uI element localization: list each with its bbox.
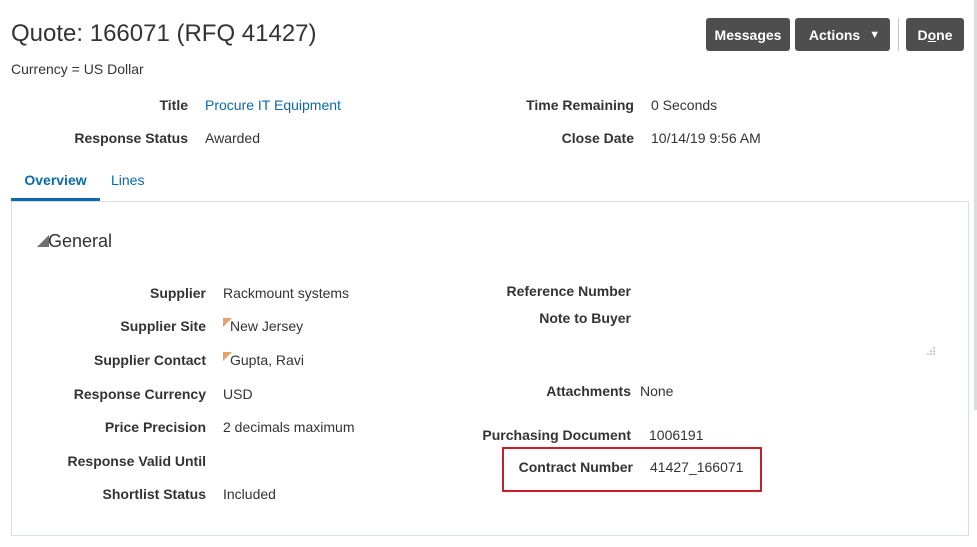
supplier-site-label: Supplier Site: [120, 318, 206, 334]
page-title: Quote: 166071 (RFQ 41427): [11, 20, 317, 47]
attachments-label: Attachments: [546, 383, 631, 399]
highlight-box: [502, 447, 762, 492]
messages-button[interactable]: Messages: [706, 18, 790, 51]
title-link[interactable]: Procure IT Equipment: [205, 97, 341, 113]
supplier-contact-label: Supplier Contact: [93, 352, 206, 368]
done-button-label: Done: [917, 26, 953, 43]
tab-lines[interactable]: Lines: [111, 164, 151, 201]
note-to-buyer-label: Note to Buyer: [539, 310, 631, 326]
section-title-general[interactable]: General: [48, 231, 112, 252]
response-currency-value: USD: [223, 386, 253, 402]
time-remaining-label: Time Remaining: [526, 97, 634, 113]
response-status-label: Response Status: [74, 130, 188, 146]
messages-button-label: Messages: [714, 26, 782, 43]
supplier-label: Supplier: [149, 285, 206, 301]
tab-overview[interactable]: Overview: [11, 164, 100, 201]
toolbar: Messages Actions ▼ Done: [706, 18, 964, 51]
response-valid-until-label: Response Valid Until: [67, 453, 206, 469]
shortlist-status-label: Shortlist Status: [102, 486, 206, 502]
response-status-value: Awarded: [205, 130, 261, 146]
done-button[interactable]: Done: [906, 18, 964, 51]
purchasing-document-link[interactable]: 1006191: [649, 427, 704, 443]
price-precision-value: 2 decimals maximum: [223, 419, 355, 435]
purchasing-document-label: Purchasing Document: [482, 427, 631, 443]
reference-number-label: Reference Number: [506, 283, 632, 299]
close-date-label: Close Date: [561, 130, 634, 146]
actions-button-label: Actions: [808, 26, 861, 43]
supplier-contact-value: Gupta, Ravi: [230, 352, 304, 368]
attachments-value: None: [640, 383, 674, 399]
title-label: Title: [159, 97, 188, 113]
resize-handle-icon[interactable]: [926, 346, 935, 355]
supplier-site-value: New Jersey: [230, 318, 304, 334]
close-date-value: 10/14/19 9:56 AM: [651, 130, 761, 146]
caret-down-icon: ▼: [869, 28, 881, 41]
response-currency-label: Response Currency: [73, 386, 206, 402]
toolbar-divider: [898, 18, 899, 51]
price-precision-label: Price Precision: [104, 419, 206, 435]
time-remaining-value: 0 Seconds: [651, 97, 718, 113]
actions-menu-button[interactable]: Actions ▼: [795, 18, 890, 51]
shortlist-status-value: Included: [223, 486, 276, 502]
currency-label: Currency = US Dollar: [11, 61, 144, 77]
supplier-link[interactable]: Rackmount systems: [223, 285, 349, 301]
